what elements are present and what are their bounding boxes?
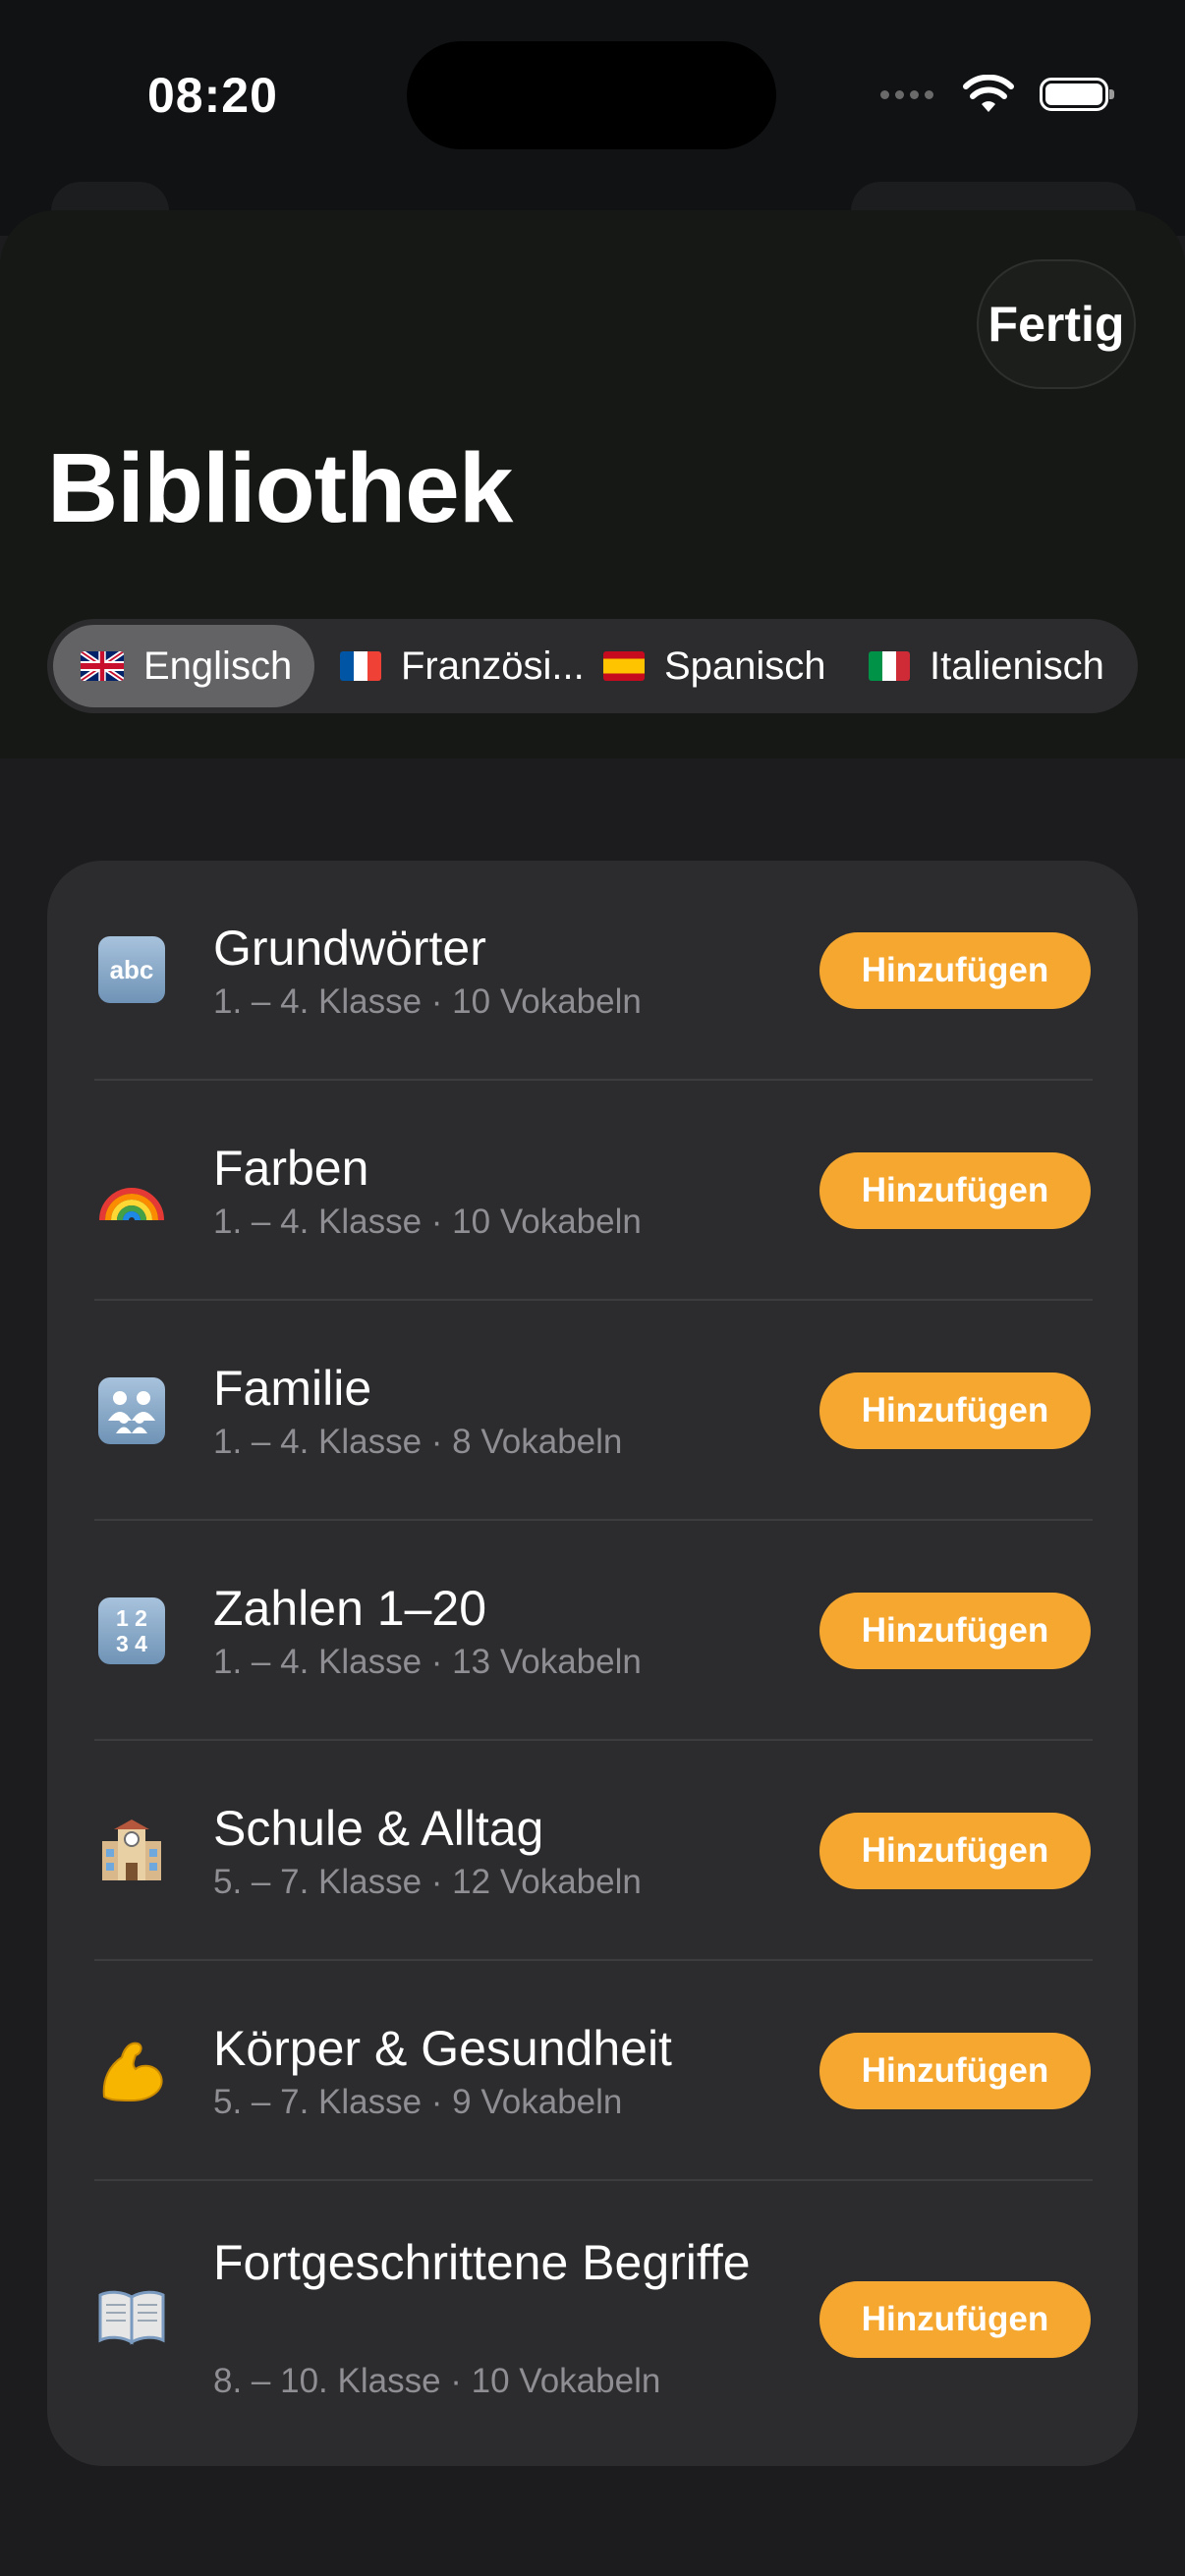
page-title: Bibliothek (47, 433, 513, 543)
add-deck-button[interactable]: Hinzufügen (819, 1372, 1091, 1449)
abc-icon: abc (96, 934, 167, 1005)
school-icon (96, 1816, 167, 1886)
deck-subtitle: 1. – 4. Klasse · 10 Vokabeln (213, 1203, 642, 1241)
deck-subtitle: 5. – 7. Klasse · 9 Vokabeln (213, 2083, 623, 2121)
tab-franzoesisch[interactable]: Französi... (314, 625, 599, 707)
tab-label: Französi... (401, 644, 585, 688)
deck-subtitle: 1. – 4. Klasse · 8 Vokabeln (213, 1423, 623, 1461)
cellular-signal-icon (880, 89, 933, 99)
tab-englisch[interactable]: Englisch (53, 625, 314, 707)
deck-title: Fortgeschrittene Begriffe (213, 2235, 751, 2290)
open-book-icon (96, 2281, 167, 2352)
family-icon (96, 1375, 167, 1446)
deck-title: Familie (213, 1361, 372, 1416)
rainbow-icon (96, 1155, 167, 1226)
tab-label: Englisch (143, 644, 293, 688)
italy-flag-icon (869, 651, 910, 681)
battery-icon (1040, 78, 1114, 111)
list-item: Schule & Alltag 5. – 7. Klasse · 12 Voka… (47, 1741, 1138, 1960)
add-deck-button[interactable]: Hinzufügen (819, 2281, 1091, 2358)
done-button[interactable]: Fertig (977, 259, 1136, 389)
status-indicators (880, 75, 1114, 114)
tab-label: Spanisch (664, 644, 826, 688)
list-item: Körper & Gesundheit 5. – 7. Klasse · 9 V… (47, 1961, 1138, 2180)
add-deck-button[interactable]: Hinzufügen (819, 932, 1091, 1009)
tab-italienisch[interactable]: Italienisch (867, 625, 1104, 707)
list-item: Fortgeschrittene Begriffe 8. – 10. Klass… (47, 2181, 1138, 2466)
deck-title: Schule & Alltag (213, 1801, 544, 1856)
numbers-icon: 1 23 4 (96, 1596, 167, 1666)
deck-subtitle: 8. – 10. Klasse · 10 Vokabeln (213, 2362, 661, 2400)
spain-flag-icon (603, 651, 645, 681)
deck-list: abc Grundwörter 1. – 4. Klasse · 10 Voka… (47, 861, 1138, 2466)
list-item: Farben 1. – 4. Klasse · 10 Vokabeln Hinz… (47, 1081, 1138, 1300)
add-deck-button[interactable]: Hinzufügen (819, 1813, 1091, 1889)
status-time: 08:20 (147, 68, 278, 123)
list-item: Familie 1. – 4. Klasse · 8 Vokabeln Hinz… (47, 1301, 1138, 1520)
france-flag-icon (340, 651, 381, 681)
deck-title: Körper & Gesundheit (213, 2021, 672, 2076)
add-deck-button[interactable]: Hinzufügen (819, 1593, 1091, 1669)
wifi-icon (963, 75, 1014, 112)
deck-subtitle: 1. – 4. Klasse · 10 Vokabeln (213, 982, 642, 1021)
deck-title: Grundwörter (213, 921, 486, 976)
language-selector: Englisch Französi... Spanisch Italienisc… (47, 619, 1138, 713)
list-item: 1 23 4 Zahlen 1–20 1. – 4. Klasse · 13 V… (47, 1521, 1138, 1740)
deck-title: Zahlen 1–20 (213, 1581, 487, 1636)
deck-subtitle: 5. – 7. Klasse · 12 Vokabeln (213, 1863, 642, 1901)
deck-subtitle: 1. – 4. Klasse · 13 Vokabeln (213, 1643, 642, 1681)
tab-spanisch[interactable]: Spanisch (599, 625, 867, 707)
flexed-biceps-icon (96, 2036, 167, 2106)
list-item: abc Grundwörter 1. – 4. Klasse · 10 Voka… (47, 861, 1138, 1080)
add-deck-button[interactable]: Hinzufügen (819, 1152, 1091, 1229)
uk-flag-icon (81, 651, 124, 681)
dynamic-island (407, 41, 776, 149)
add-deck-button[interactable]: Hinzufügen (819, 2033, 1091, 2109)
tab-label: Italienisch (930, 644, 1104, 688)
deck-title: Farben (213, 1141, 369, 1196)
